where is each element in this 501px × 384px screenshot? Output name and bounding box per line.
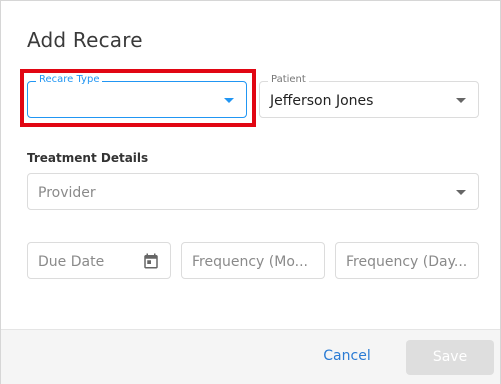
- cancel-button[interactable]: Cancel: [311, 348, 383, 364]
- chevron-down-icon: [456, 190, 466, 195]
- calendar-icon[interactable]: [142, 252, 160, 270]
- chevron-down-icon: [456, 98, 466, 103]
- patient-label: Patient: [268, 74, 309, 85]
- add-recare-dialog: Add Recare Recare Type Patient Jefferson…: [0, 0, 501, 384]
- frequency-months-field[interactable]: Frequency (Mo...: [181, 242, 325, 279]
- recare-type-select[interactable]: Recare Type: [27, 74, 247, 118]
- chevron-down-icon: [224, 98, 234, 103]
- dialog-title: Add Recare: [27, 28, 143, 52]
- recare-type-label: Recare Type: [36, 74, 103, 85]
- frequency-days-placeholder: Frequency (Day...: [346, 254, 468, 270]
- patient-value: Jefferson Jones: [270, 93, 374, 109]
- patient-select[interactable]: Patient Jefferson Jones: [259, 74, 479, 118]
- due-date-field[interactable]: Due Date: [27, 242, 171, 279]
- dialog-footer: Cancel Save: [1, 329, 500, 384]
- save-button[interactable]: Save: [406, 340, 494, 375]
- provider-select[interactable]: Provider: [27, 173, 479, 210]
- frequency-months-placeholder: Frequency (Mo...: [192, 254, 308, 270]
- frequency-days-field[interactable]: Frequency (Day...: [335, 242, 479, 279]
- due-date-placeholder: Due Date: [38, 254, 105, 270]
- treatment-details-heading: Treatment Details: [27, 151, 149, 165]
- provider-placeholder: Provider: [38, 185, 96, 201]
